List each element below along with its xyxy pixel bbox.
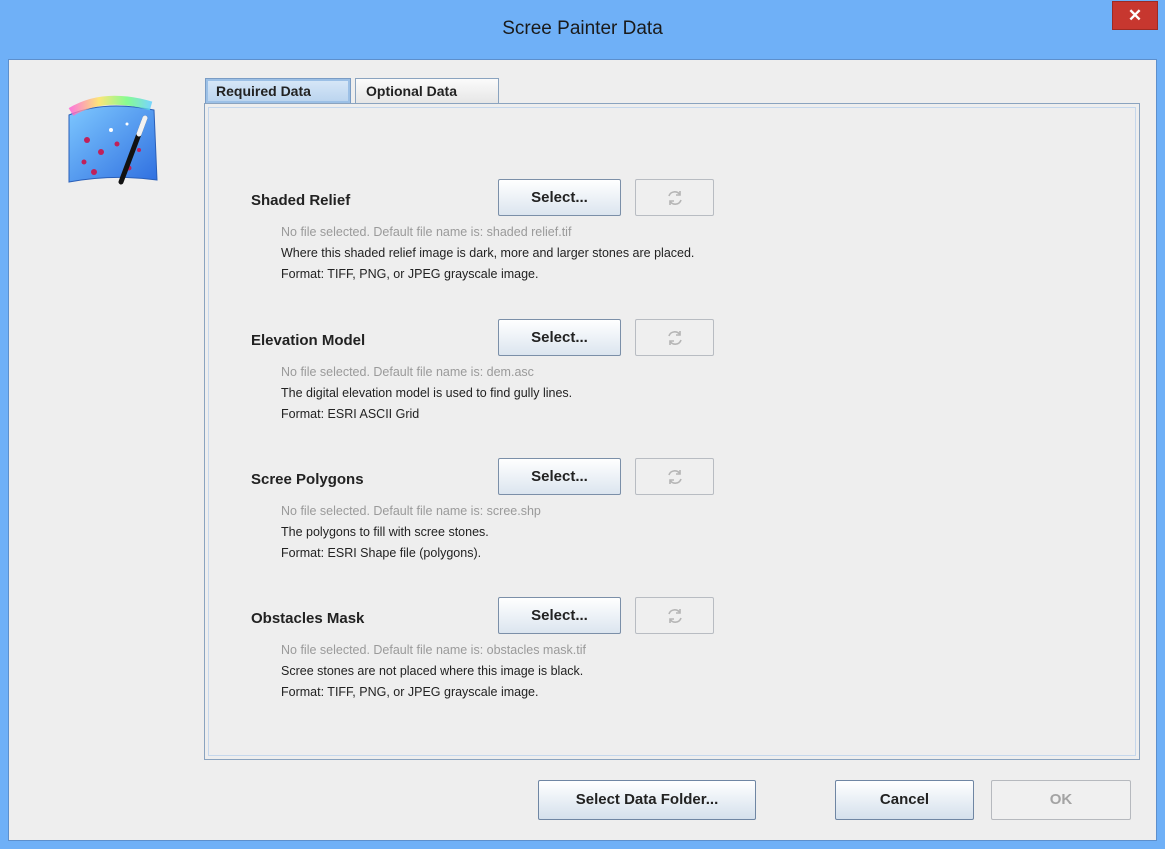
default-file-text: No file selected. Default file name is: … <box>281 365 534 379</box>
cancel-button[interactable]: Cancel <box>835 780 974 820</box>
select-data-folder-button[interactable]: Select Data Folder... <box>538 780 756 820</box>
ok-button[interactable]: OK <box>991 780 1131 820</box>
description-text: Where this shaded relief image is dark, … <box>281 246 695 260</box>
default-file-text: No file selected. Default file name is: … <box>281 225 572 239</box>
section-shaded-relief: Shaded Relief Select... No file selected… <box>205 172 1135 302</box>
section-label: Scree Polygons <box>251 471 364 488</box>
dialog-content: Required Data Optional Data Shaded Relie… <box>8 59 1157 841</box>
select-scree-polygons-button[interactable]: Select... <box>498 458 621 495</box>
select-elevation-model-button[interactable]: Select... <box>498 319 621 356</box>
reload-shaded-relief-button[interactable] <box>635 179 714 216</box>
tab-required-data[interactable]: Required Data <box>205 78 351 103</box>
default-file-text: No file selected. Default file name is: … <box>281 504 541 518</box>
reload-obstacles-mask-button[interactable] <box>635 597 714 634</box>
section-label: Elevation Model <box>251 332 366 349</box>
section-label: Shaded Relief <box>251 192 351 209</box>
tab-optional-data[interactable]: Optional Data <box>355 78 499 103</box>
format-text: Format: TIFF, PNG, or JPEG grayscale ima… <box>281 685 539 699</box>
format-text: Format: TIFF, PNG, or JPEG grayscale ima… <box>281 267 539 281</box>
reload-scree-polygons-button[interactable] <box>635 458 714 495</box>
format-text: Format: ESRI Shape file (polygons). <box>281 546 482 560</box>
required-data-panel: Shaded Relief Select... No file selected… <box>204 103 1140 760</box>
reload-icon <box>668 191 682 205</box>
title-bar[interactable]: Scree Painter Data ✕ <box>0 0 1165 60</box>
description-text: The polygons to fill with scree stones. <box>281 525 489 539</box>
reload-icon <box>668 470 682 484</box>
select-obstacles-mask-button[interactable]: Select... <box>498 597 621 634</box>
tab-label: Optional Data <box>366 83 458 99</box>
scree-painter-magic-wand-icon <box>59 90 169 190</box>
tab-label: Required Data <box>216 83 311 99</box>
description-text: The digital elevation model is used to f… <box>281 386 573 400</box>
default-file-text: No file selected. Default file name is: … <box>281 643 586 657</box>
section-label: Obstacles Mask <box>251 610 365 627</box>
reload-icon <box>668 331 682 345</box>
section-scree-polygons: Scree Polygons Select... No file selecte… <box>205 451 1135 581</box>
close-icon: ✕ <box>1127 6 1143 25</box>
reload-icon <box>668 609 682 623</box>
section-elevation-model: Elevation Model Select... No file select… <box>205 312 1135 442</box>
description-text: Scree stones are not placed where this i… <box>281 664 584 678</box>
reload-elevation-model-button[interactable] <box>635 319 714 356</box>
format-text: Format: ESRI ASCII Grid <box>281 407 420 421</box>
window-title: Scree Painter Data <box>502 18 663 39</box>
dialog-window: Scree Painter Data ✕ Required Data Optio… <box>0 0 1165 849</box>
select-shaded-relief-button[interactable]: Select... <box>498 179 621 216</box>
section-obstacles-mask: Obstacles Mask Select... No file selecte… <box>205 590 1135 720</box>
close-button[interactable]: ✕ <box>1112 1 1158 30</box>
